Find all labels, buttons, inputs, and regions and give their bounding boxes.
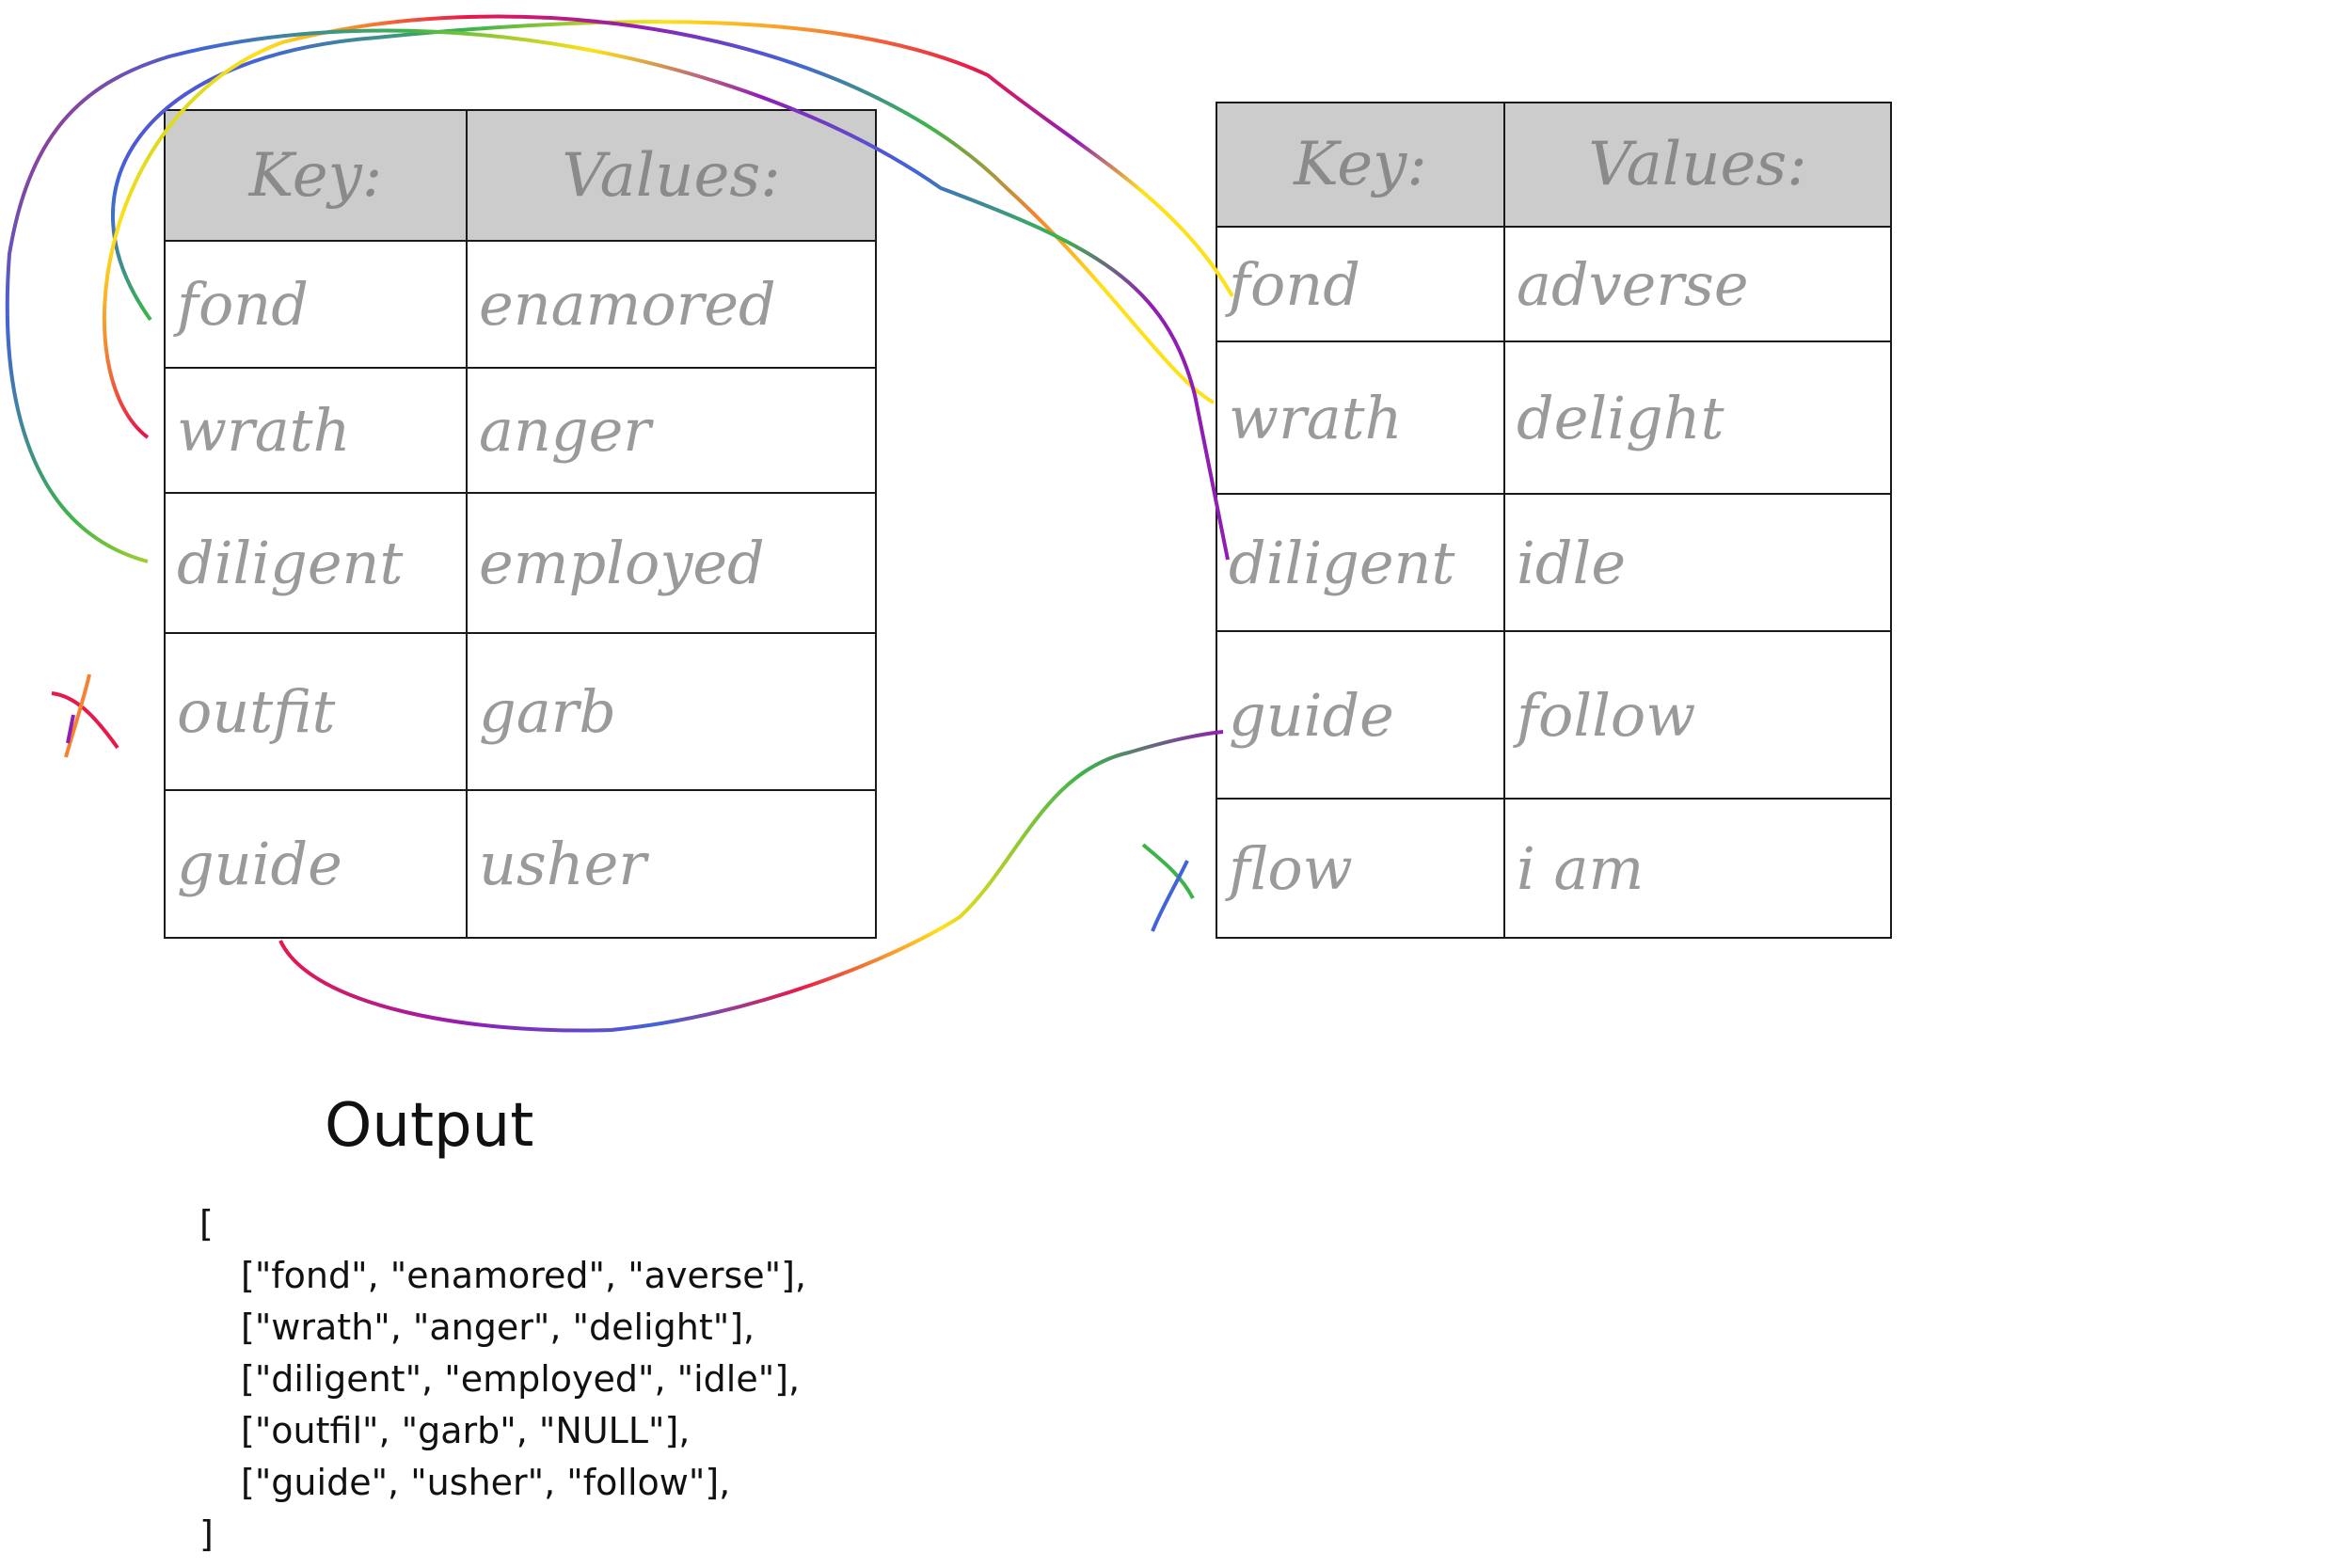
left-key-cell: diligent	[164, 492, 468, 634]
right-table-row: flow i am	[1216, 798, 1892, 939]
right-key-cell: flow	[1216, 798, 1505, 939]
left-value-header: Values:	[466, 109, 877, 242]
right-table-row: wrath delight	[1216, 341, 1892, 495]
right-table-row: diligent idle	[1216, 493, 1892, 632]
right-key-cell: guide	[1216, 630, 1505, 800]
right-value-cell: adverse	[1503, 226, 1892, 342]
left-table: Key: Values: fond enamored wrath anger d…	[164, 109, 877, 939]
right-table-header-row: Key: Values:	[1216, 102, 1892, 228]
left-table-row: diligent employed	[164, 492, 877, 634]
right-value-cell: i am	[1503, 798, 1892, 939]
left-value-cell: usher	[466, 789, 877, 939]
right-key-cell: wrath	[1216, 341, 1505, 495]
output-code-block: [ ["fond", "enamored", "averse"], ["wrat…	[199, 1198, 806, 1560]
left-table-row: outfit garb	[164, 632, 877, 791]
output-line: ["wrath", "anger", "delight"],	[241, 1307, 755, 1348]
left-key-cell: fond	[164, 240, 468, 369]
left-key-header: Key:	[164, 109, 468, 242]
right-table: Key: Values: fond adverse wrath delight …	[1216, 102, 1892, 939]
output-line: ["fond", "enamored", "averse"],	[241, 1255, 807, 1296]
right-table-row: guide follow	[1216, 630, 1892, 800]
left-table-header-row: Key: Values:	[164, 109, 877, 242]
no-match-x-icon-left	[51, 673, 119, 758]
left-value-cell: garb	[466, 632, 877, 791]
left-key-cell: wrath	[164, 367, 468, 494]
right-value-cell: follow	[1503, 630, 1892, 800]
right-value-header: Values:	[1503, 102, 1892, 228]
left-table-row: guide usher	[164, 789, 877, 939]
left-table-row: wrath anger	[164, 367, 877, 494]
left-key-cell: guide	[164, 789, 468, 939]
output-close-bracket: ]	[199, 1513, 214, 1555]
right-key-cell: diligent	[1216, 493, 1505, 632]
right-value-cell: delight	[1503, 341, 1892, 495]
output-line: ["outfil", "garb", "NULL"],	[241, 1410, 691, 1451]
output-open-bracket: [	[199, 1203, 214, 1244]
output-title: Output	[325, 1091, 534, 1161]
right-table-row: fond adverse	[1216, 226, 1892, 342]
left-value-cell: enamored	[466, 240, 877, 369]
output-line: ["diligent", "employed", "idle"],	[241, 1358, 801, 1400]
no-match-x-icon-right	[1141, 843, 1195, 932]
left-value-cell: anger	[466, 367, 877, 494]
left-key-cell: outfit	[164, 632, 468, 791]
right-key-cell: fond	[1216, 226, 1505, 342]
right-key-header: Key:	[1216, 102, 1505, 228]
left-value-cell: employed	[466, 492, 877, 634]
left-table-row: fond enamored	[164, 240, 877, 369]
output-line: ["guide", "usher", "follow"],	[241, 1462, 731, 1503]
right-value-cell: idle	[1503, 493, 1892, 632]
